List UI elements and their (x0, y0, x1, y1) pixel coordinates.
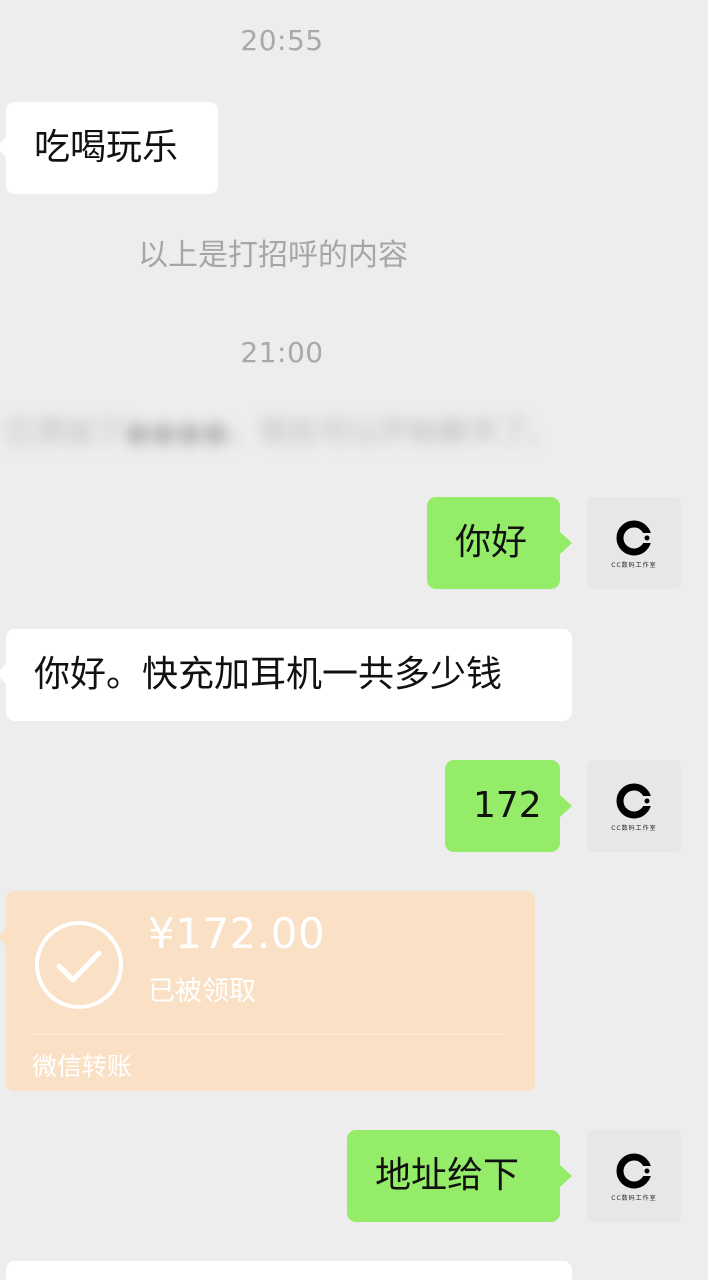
message-bubble-incoming-partial[interactable] (6, 1261, 572, 1280)
transfer-label: 微信转账 (32, 1052, 133, 1081)
message-bubble-incoming[interactable]: 吃喝玩乐 (0, 102, 218, 194)
avatar-caption: CC数码工作室 (611, 824, 657, 832)
message-bubble-incoming[interactable]: 你好。快充加耳机一共多少钱 (0, 629, 572, 721)
message-bubble-outgoing[interactable]: 地址给下 (347, 1130, 572, 1222)
chat-view: 20:55 吃喝玩乐 以上是打招呼的内容 21:00 已添加了●●●●，现在可以… (0, 0, 708, 1280)
check-circle-icon (35, 921, 123, 1009)
avatar-caption: CC数码工作室 (611, 561, 657, 569)
blurred-system-note: 已添加了●●●●，现在可以开始聊天了。 (0, 400, 708, 466)
c-logo-icon (616, 1153, 654, 1188)
c-logo-icon (616, 783, 654, 818)
transfer-card[interactable]: ¥172.00 已被领取 微信转账 (0, 891, 535, 1091)
message-bubble-outgoing[interactable]: 你好 (427, 497, 572, 589)
timestamp: 20:55 (240, 24, 324, 57)
avatar-caption: CC数码工作室 (611, 1194, 657, 1202)
timestamp: 21:00 (240, 336, 324, 369)
transfer-status: 已被领取 (148, 976, 256, 1007)
avatar[interactable]: CC数码工作室 (587, 1130, 681, 1222)
system-note: 以上是打招呼的内容 (138, 238, 408, 273)
message-bubble-outgoing[interactable]: 172 (445, 760, 572, 852)
divider (30, 1034, 505, 1035)
avatar[interactable]: CC数码工作室 (587, 760, 681, 852)
c-logo-icon (616, 520, 654, 555)
avatar[interactable]: CC数码工作室 (587, 497, 681, 589)
transfer-amount: ¥172.00 (148, 909, 326, 958)
blurred-note-text: 已添加了●●●●，现在可以开始聊天了。 (4, 415, 559, 450)
